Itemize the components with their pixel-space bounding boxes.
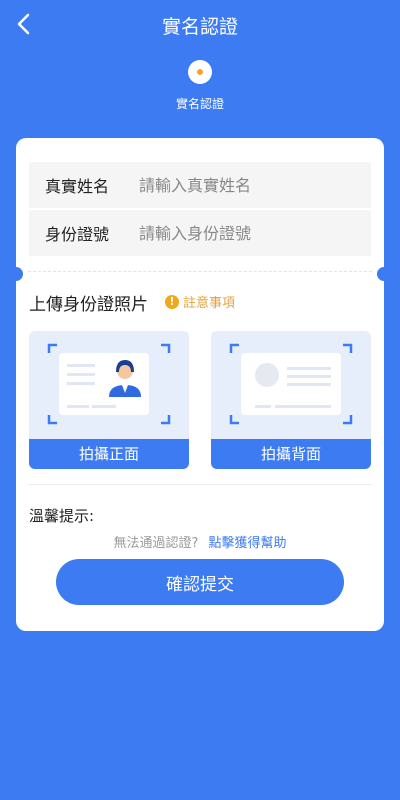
exclamation-icon: ! [165, 294, 179, 309]
id-front-illustration [47, 343, 171, 425]
name-label: 真實姓名 [45, 177, 110, 196]
id-back-upload[interactable]: 拍攝背面 [211, 331, 371, 469]
section-divider [28, 484, 372, 485]
card-notch-left [9, 267, 23, 281]
help-link[interactable]: 點擊獲得幫助 [209, 536, 287, 551]
id-number-label: 身份證號 [45, 225, 110, 244]
id-back-illustration [229, 343, 353, 425]
submit-button[interactable]: 確認提交 [56, 559, 344, 605]
progress-step-indicator [188, 60, 212, 84]
card-notch-right [377, 267, 391, 281]
upload-section-title: 上傳身份證照片 [29, 295, 148, 315]
verification-card: 真實姓名 身份證號 上傳身份證照片 ! 註意事項 [9, 138, 391, 631]
page-title: 實名認證 [161, 16, 238, 38]
id-number-input[interactable] [137, 222, 361, 244]
dashed-divider [28, 271, 372, 272]
help-line: 無法通過認證? 點擊獲得幫助 [16, 532, 384, 551]
capture-front-button[interactable]: 拍攝正面 [29, 439, 189, 469]
name-row: 真實姓名 [29, 162, 371, 208]
progress-step-label: 實名認證 [175, 97, 224, 111]
tips-title: 溫馨提示: [29, 507, 95, 525]
notice-link[interactable]: ! 註意事項 [165, 292, 235, 311]
capture-back-button[interactable]: 拍攝背面 [211, 439, 371, 469]
header: 實名認證 [0, 0, 400, 48]
help-question: 無法通過認證? [113, 536, 199, 551]
id-front-upload[interactable]: 拍攝正面 [29, 331, 189, 469]
notice-label: 註意事項 [183, 296, 236, 311]
id-number-row: 身份證號 [29, 210, 371, 256]
identity-form: 真實姓名 身份證號 [29, 162, 371, 258]
name-input[interactable] [137, 174, 361, 196]
